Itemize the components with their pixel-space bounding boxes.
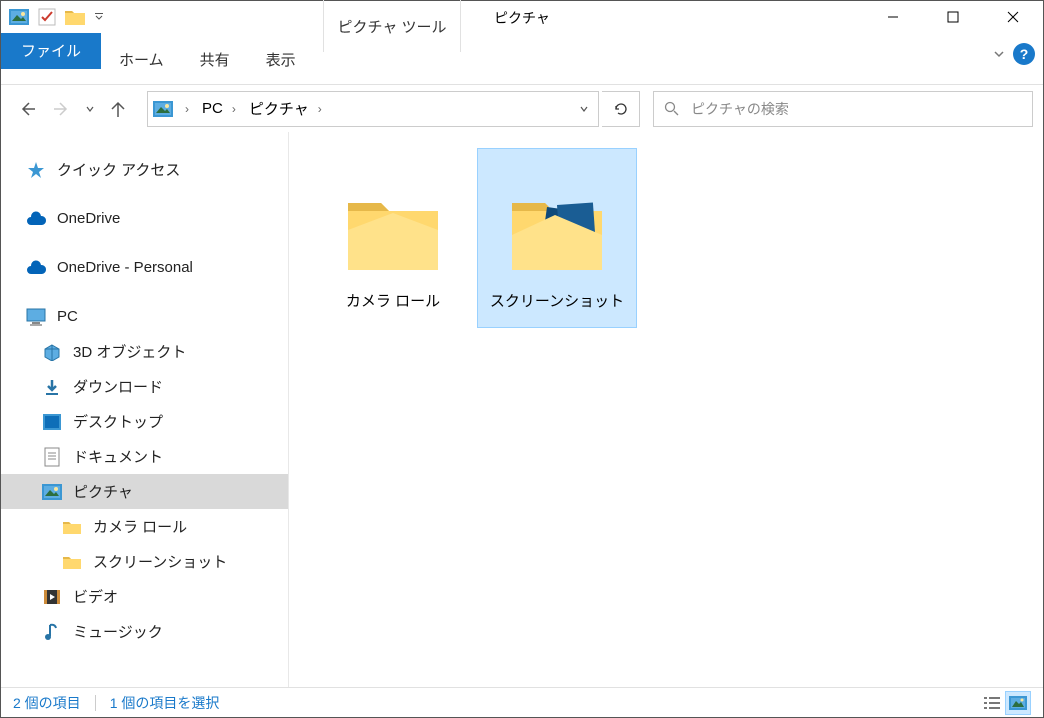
tree-item-label: PC (57, 308, 78, 325)
chevron-right-icon[interactable]: › (178, 92, 196, 126)
tree-item-label: ドキュメント (73, 446, 163, 467)
tab-share[interactable]: 共有 (182, 33, 248, 85)
folder-label: カメラ ロール (346, 290, 440, 311)
tree-item-label: クイック アクセス (57, 159, 180, 180)
close-button[interactable] (983, 1, 1043, 33)
3d-icon (41, 341, 63, 363)
main-area: クイック アクセス OneDrive OneDrive - Personal PC 3D… (1, 132, 1043, 687)
crumb-pictures[interactable]: ピクチャ (243, 92, 311, 126)
tree-item-label: 3D オブジェクト (73, 341, 186, 362)
refresh-button[interactable] (602, 91, 640, 127)
tree-item[interactable]: デスクトップ (1, 404, 288, 439)
tree-item[interactable]: ミュージック (1, 614, 288, 649)
download-icon (41, 376, 63, 398)
ribbon: ファイル ホーム 共有 表示 ? (1, 33, 1043, 85)
cloud-icon (25, 208, 47, 230)
star-icon (25, 159, 47, 181)
tree-item[interactable]: ピクチャ (1, 474, 288, 509)
folder-item[interactable]: カメラ ロール (313, 148, 473, 328)
status-selection: 1 個の項目を選択 (110, 693, 220, 713)
video-icon (41, 586, 63, 608)
search-icon (664, 101, 679, 116)
tree-item[interactable]: ダウンロード (1, 369, 288, 404)
content-pane[interactable]: カメラ ロール スクリーンショット (289, 132, 1043, 687)
up-button[interactable] (102, 93, 134, 125)
tab-file[interactable]: ファイル (1, 33, 101, 69)
search-box[interactable]: ピクチャの検索 (653, 91, 1033, 127)
tree-item-label: ダウンロード (73, 376, 163, 397)
folder-icon (343, 180, 443, 280)
tree-item[interactable]: OneDrive - Personal (1, 250, 288, 285)
recent-locations-icon[interactable] (81, 93, 99, 125)
tree-item-label: OneDrive (57, 210, 120, 227)
forward-button[interactable] (46, 93, 78, 125)
tree-item[interactable]: カメラ ロール (1, 509, 288, 544)
window-title: ピクチャ (494, 8, 550, 28)
pictures-icon (41, 481, 63, 503)
tree-item-label: ビデオ (73, 586, 118, 607)
help-icon[interactable]: ? (1013, 43, 1035, 65)
ribbon-collapse-icon[interactable] (993, 48, 1005, 60)
folder-icon (61, 551, 83, 573)
window-controls (863, 1, 1043, 33)
pictures-library-icon (7, 5, 31, 29)
status-separator (95, 695, 96, 711)
tree-item-label: デスクトップ (73, 411, 163, 432)
status-bar: 2 個の項目 1 個の項目を選択 (1, 687, 1043, 717)
tab-view[interactable]: 表示 (248, 33, 314, 85)
folder-icon (63, 5, 87, 29)
navigation-bar: › PC › ピクチャ › ピクチャの検索 (1, 85, 1043, 132)
tree-item-label: ミュージック (73, 621, 163, 642)
titlebar: 管理 ピクチャ ツール ピクチャ (1, 1, 1043, 33)
document-icon (41, 446, 63, 468)
details-view-button[interactable] (979, 691, 1005, 715)
cloud-icon (25, 257, 47, 279)
status-item-count: 2 個の項目 (13, 693, 81, 713)
quick-access-toolbar (1, 5, 107, 29)
thumbnails-view-button[interactable] (1005, 691, 1031, 715)
minimize-button[interactable] (863, 1, 923, 33)
search-placeholder: ピクチャの検索 (691, 99, 789, 119)
tree-item[interactable]: ビデオ (1, 579, 288, 614)
pictures-icon (148, 92, 178, 126)
tree-item-label: ピクチャ (73, 481, 133, 502)
view-mode-switches (979, 691, 1031, 715)
maximize-button[interactable] (923, 1, 983, 33)
folder-icon (507, 180, 607, 280)
tree-item[interactable]: ドキュメント (1, 439, 288, 474)
qat-dropdown-icon[interactable] (91, 5, 107, 29)
music-icon (41, 621, 63, 643)
tree-item[interactable]: クイック アクセス (1, 152, 288, 187)
tree-item[interactable]: スクリーンショット (1, 544, 288, 579)
back-button[interactable] (11, 93, 43, 125)
folder-item[interactable]: スクリーンショット (477, 148, 637, 328)
tree-item[interactable]: OneDrive (1, 201, 288, 236)
folder-label: スクリーンショット (490, 290, 624, 311)
tab-home[interactable]: ホーム (101, 33, 182, 85)
address-dropdown-icon[interactable] (568, 92, 598, 126)
properties-icon[interactable] (35, 5, 59, 29)
chevron-right-icon[interactable]: › (225, 92, 243, 126)
tree-item-label: OneDrive - Personal (57, 259, 193, 276)
tree-item-label: カメラ ロール (93, 516, 187, 537)
tree-item-label: スクリーンショット (93, 551, 227, 572)
navigation-pane[interactable]: クイック アクセス OneDrive OneDrive - Personal PC 3D… (1, 132, 289, 687)
folder-icon (61, 516, 83, 538)
tree-item[interactable]: 3D オブジェクト (1, 334, 288, 369)
address-bar[interactable]: › PC › ピクチャ › (147, 91, 599, 127)
crumb-pc[interactable]: PC (196, 92, 225, 126)
tree-item[interactable]: PC (1, 299, 288, 334)
chevron-right-icon[interactable]: › (311, 92, 329, 126)
pc-icon (25, 306, 47, 328)
breadcrumb: › PC › ピクチャ › (178, 92, 568, 126)
desktop-icon (41, 411, 63, 433)
